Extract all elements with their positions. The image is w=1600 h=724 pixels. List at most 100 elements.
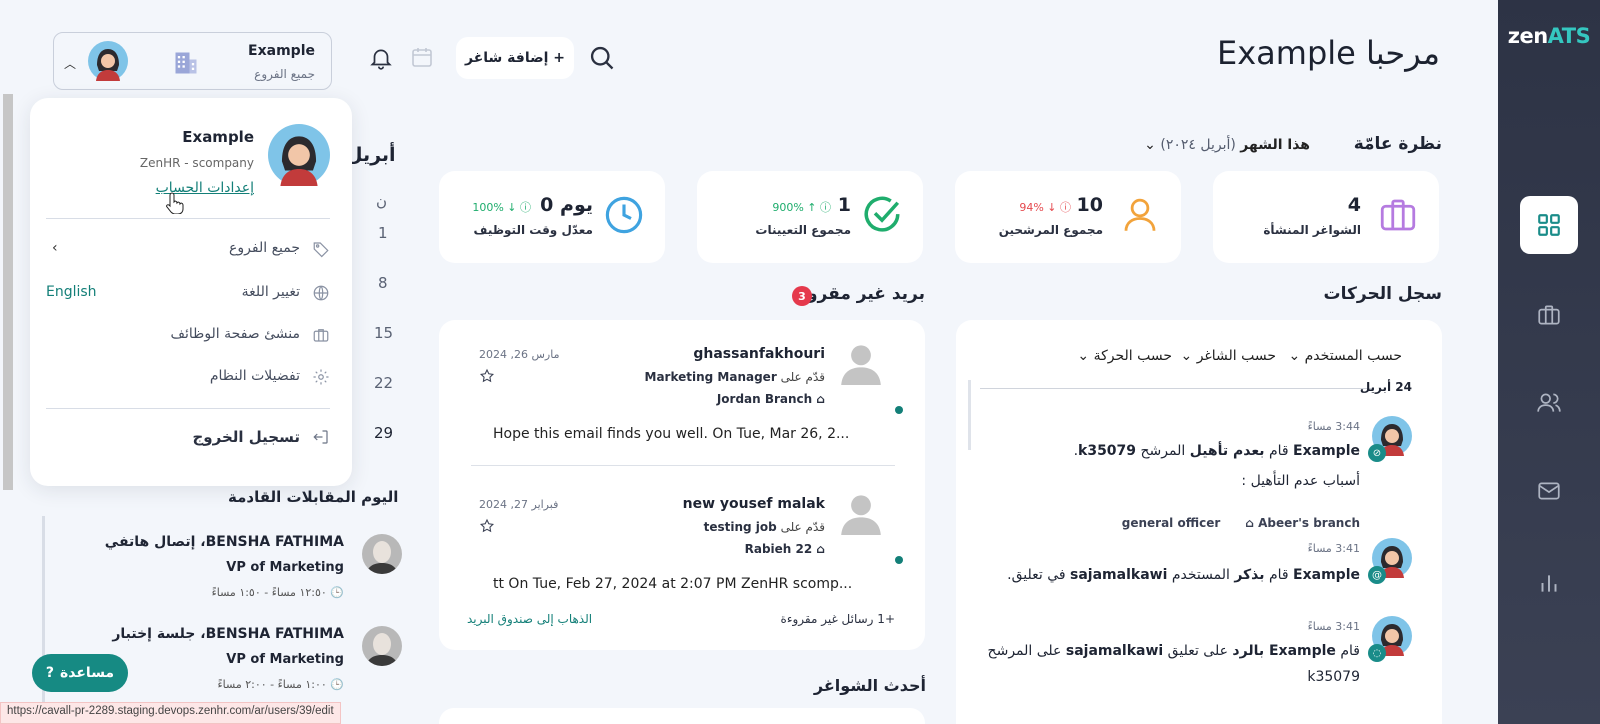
filter-by-job[interactable]: حسب الشاغر ⌄: [1181, 348, 1276, 364]
user-branch: جميع الفروع: [254, 67, 315, 81]
bar-chart-icon: [1541, 575, 1557, 592]
gear-icon: [313, 369, 329, 385]
mail-position: قدّم على Marketing Manager: [644, 370, 826, 384]
sidebar-item-reports[interactable]: [1520, 554, 1578, 612]
calendar-day[interactable]: 29: [374, 424, 393, 442]
stat-label: مجموع التعيينات: [755, 223, 851, 237]
stat-value: 0 يوم: [540, 194, 593, 216]
check-circle-icon: [864, 196, 900, 232]
stat-card-jobs[interactable]: 4 الشواغر المنشأة: [1213, 171, 1439, 263]
tag-icon: ⌂: [816, 392, 825, 406]
star-icon[interactable]: [479, 518, 495, 534]
status-bar-url: https://cavall-pr-2289.staging.devops.ze…: [0, 702, 341, 724]
menu-item-preferences[interactable]: تفضيلات النظام: [30, 362, 352, 392]
dropdown-company: ZenHR - scompany: [139, 156, 254, 170]
mail-snippet: tt On Tue, Feb 27, 2024 at 2:07 PM ZenHR…: [493, 576, 853, 592]
mail-position: قدّم على testing job: [703, 520, 825, 534]
filter-by-action[interactable]: حسب الحركة ⌄: [1077, 348, 1172, 364]
calendar-day[interactable]: 15: [374, 324, 393, 342]
language-option[interactable]: English: [46, 284, 97, 300]
sidebar-item-mail[interactable]: [1520, 462, 1578, 520]
account-dropdown: Example ZenHR - scompany إعدادات الحساب …: [30, 98, 352, 486]
globe-icon: [313, 285, 329, 301]
activity-card: حسب المستخدم ⌄ حسب الشاغر ⌄ حسب الحركة ⌄…: [956, 320, 1442, 724]
help-icon: ?: [45, 665, 55, 681]
stat-card-hires[interactable]: 1 900% ↑ ⓘ مجموع التعيينات: [697, 171, 923, 263]
app-logo[interactable]: zenATS: [1498, 24, 1600, 48]
avatar: [88, 41, 128, 81]
calendar-day[interactable]: 1: [378, 224, 388, 242]
stat-change: 900% ↑ ⓘ: [772, 201, 831, 214]
stat-label: معدّل وقت التوظيف: [473, 223, 593, 237]
calendar-day[interactable]: 8: [378, 274, 388, 292]
interview-time: 🕒 ١٢:٥٠ مساءً - ١:٥٠ مساءً: [211, 586, 344, 599]
sidebar-item-candidates[interactable]: [1520, 374, 1578, 432]
sidebar-item-jobs[interactable]: [1520, 286, 1578, 344]
stat-card-time-to-hire[interactable]: 0 يوم 100% ↓ ⓘ معدّل وقت التوظيف: [439, 171, 665, 263]
sidebar-item-dashboard[interactable]: [1520, 196, 1578, 254]
stat-label: مجموع المرشحين: [998, 223, 1103, 237]
interview-name[interactable]: BENSHA FATHIMA، إتصال هاتفي: [105, 534, 344, 550]
bell-icon[interactable]: [368, 45, 394, 71]
mail-item[interactable]: new yousef malak قدّم على testing job ⌂ …: [439, 480, 925, 610]
chevron-up-icon: ︿: [64, 57, 77, 71]
unread-count-badge: 3: [792, 286, 812, 306]
tag-icon: ⌂: [1245, 516, 1254, 530]
mail-snippet: Hope this email finds you well. On Tue, …: [493, 426, 850, 442]
menu-item-label: تغيير اللغة: [241, 284, 300, 300]
latest-jobs-title: أحدث الشواغر: [813, 676, 926, 695]
more-unread-link[interactable]: +1 رسائل غير مقروءة: [781, 612, 895, 626]
divider: [46, 218, 330, 219]
latest-jobs-card: [439, 708, 925, 724]
scrollbar[interactable]: [3, 94, 13, 490]
divider: [46, 408, 330, 409]
activity-text: قام Example بالرد على تعليق sajamalkawi …: [987, 643, 1360, 659]
calendar-day[interactable]: 22: [374, 374, 393, 392]
logout-button[interactable]: تسجيل الخروج: [193, 428, 301, 446]
search-icon[interactable]: [588, 44, 616, 72]
user-menu-toggle[interactable]: Example جميع الفروع ︿: [53, 32, 332, 90]
mail-sender: ghassanfakhouri: [693, 346, 825, 362]
go-to-inbox-link[interactable]: الذهاب إلى صندوق البريد: [467, 612, 592, 626]
sidebar: zenATS: [1498, 0, 1600, 724]
tag-icon: [313, 242, 329, 258]
at-icon: @: [1368, 566, 1386, 584]
interview-role: VP of Marketing: [226, 652, 344, 667]
clock-icon: 🕒: [330, 586, 344, 599]
star-icon[interactable]: [479, 368, 495, 384]
add-job-button[interactable]: + إضافة شاغر: [456, 37, 574, 79]
timeline-scroll[interactable]: [968, 380, 971, 450]
period-selector[interactable]: هذا الشهر (أبريل ٢٠٢٤) ⌄: [1144, 137, 1310, 153]
logout-icon: [313, 430, 328, 444]
stat-card-candidates[interactable]: 10 94% ↓ ⓘ مجموع المرشحين: [955, 171, 1181, 263]
dashboard-icon: [1538, 214, 1560, 236]
interview-name[interactable]: BENSHA FATHIMA، جلسة إختبار: [112, 626, 344, 642]
unread-dot: [895, 556, 903, 564]
activity-title: سجل الحركات: [1323, 284, 1442, 304]
clock-icon: [605, 196, 643, 234]
overview-title: نظرة عامّة: [1353, 134, 1442, 154]
activity-date: 24 أبريل: [1359, 380, 1412, 394]
mail-item[interactable]: ghassanfakhouri قدّم على Marketing Manag…: [439, 330, 925, 460]
mail-branch: ⌂ Jordan Branch: [716, 392, 825, 406]
divider: [980, 388, 1372, 389]
interview-role: VP of Marketing: [226, 560, 344, 575]
menu-item-branches[interactable]: جميع الفروع ‹: [30, 234, 352, 264]
calendar-icon[interactable]: [410, 45, 434, 69]
candidate-photo: [362, 534, 402, 574]
mail-title: بريد غير مقروء: [798, 284, 925, 304]
mail-date: فبراير 27, 2024: [479, 498, 559, 511]
menu-item-language[interactable]: تغيير اللغة English: [30, 278, 352, 308]
calendar-month: أبريل: [346, 144, 396, 166]
stat-change: 100% ↓ ⓘ: [472, 201, 531, 214]
menu-item-career-page[interactable]: منشئ صفحة الوظائف: [30, 320, 352, 350]
help-button[interactable]: مساعدة?: [32, 654, 128, 692]
unread-dot: [895, 406, 903, 414]
clock-icon: 🕒: [330, 678, 344, 691]
interview-time: 🕒 ١:٠٠ مساءً - ٢:٠٠ مساءً: [217, 678, 344, 691]
chevron-left-icon: ‹: [52, 240, 58, 256]
stat-value: 10: [1076, 194, 1103, 216]
filter-by-user[interactable]: حسب المستخدم ⌄: [1288, 348, 1402, 364]
briefcase-icon: [313, 329, 329, 342]
calendar-day-header: ن: [376, 192, 388, 210]
